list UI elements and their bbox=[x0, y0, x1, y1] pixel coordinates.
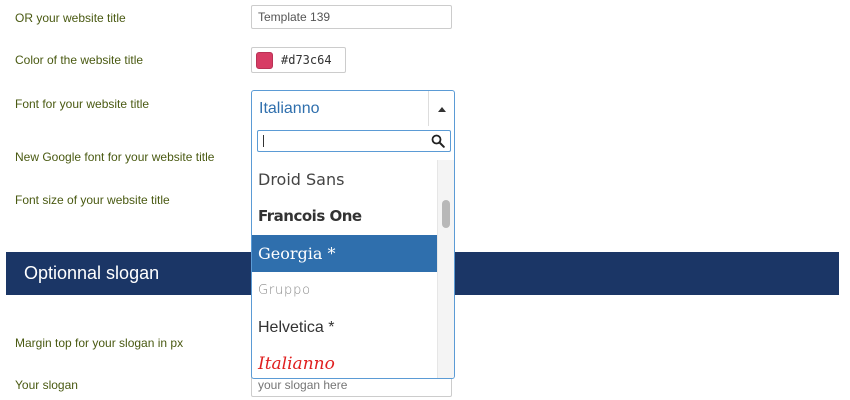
font-option[interactable]: Helvetica * bbox=[252, 309, 438, 346]
title-color-picker[interactable]: #d73c64 bbox=[251, 47, 346, 73]
dropdown-scrollbar[interactable] bbox=[437, 160, 454, 378]
font-select-value: Italianno bbox=[259, 100, 320, 117]
font-search-input[interactable] bbox=[258, 131, 428, 151]
website-title-input[interactable] bbox=[251, 5, 452, 29]
title-color-label: Color of the website title bbox=[15, 53, 144, 67]
website-title-label: OR your website title bbox=[15, 11, 126, 25]
color-swatch[interactable] bbox=[256, 51, 273, 69]
search-icon bbox=[431, 134, 445, 148]
font-option-list: Droid Sans Francois One Georgia * Gruppo… bbox=[252, 161, 438, 378]
chevron-up-icon bbox=[437, 106, 446, 112]
font-option-highlighted[interactable]: Georgia * bbox=[252, 235, 438, 272]
font-select[interactable]: Italianno bbox=[251, 90, 455, 127]
font-size-label: Font size of your website title bbox=[15, 193, 170, 207]
title-font-label: Font for your website title bbox=[15, 97, 150, 111]
google-font-label: New Google font for your website title bbox=[15, 150, 215, 164]
text-cursor bbox=[263, 135, 264, 147]
font-option[interactable]: Gruppo bbox=[252, 272, 438, 309]
font-option[interactable]: Francois One bbox=[252, 198, 438, 235]
font-search-box[interactable] bbox=[257, 130, 451, 152]
margin-top-label: Margin top for your slogan in px bbox=[15, 336, 184, 350]
font-option[interactable]: Droid Sans bbox=[252, 161, 438, 198]
section-title: Optionnal slogan bbox=[24, 263, 160, 283]
slogan-label: Your slogan bbox=[15, 378, 78, 392]
color-value: #d73c64 bbox=[281, 53, 332, 67]
font-dropdown: Droid Sans Francois One Georgia * Gruppo… bbox=[251, 126, 455, 379]
font-option[interactable]: Italianno bbox=[252, 346, 438, 378]
scrollbar-thumb[interactable] bbox=[442, 200, 450, 228]
font-select-toggle[interactable] bbox=[428, 91, 454, 127]
